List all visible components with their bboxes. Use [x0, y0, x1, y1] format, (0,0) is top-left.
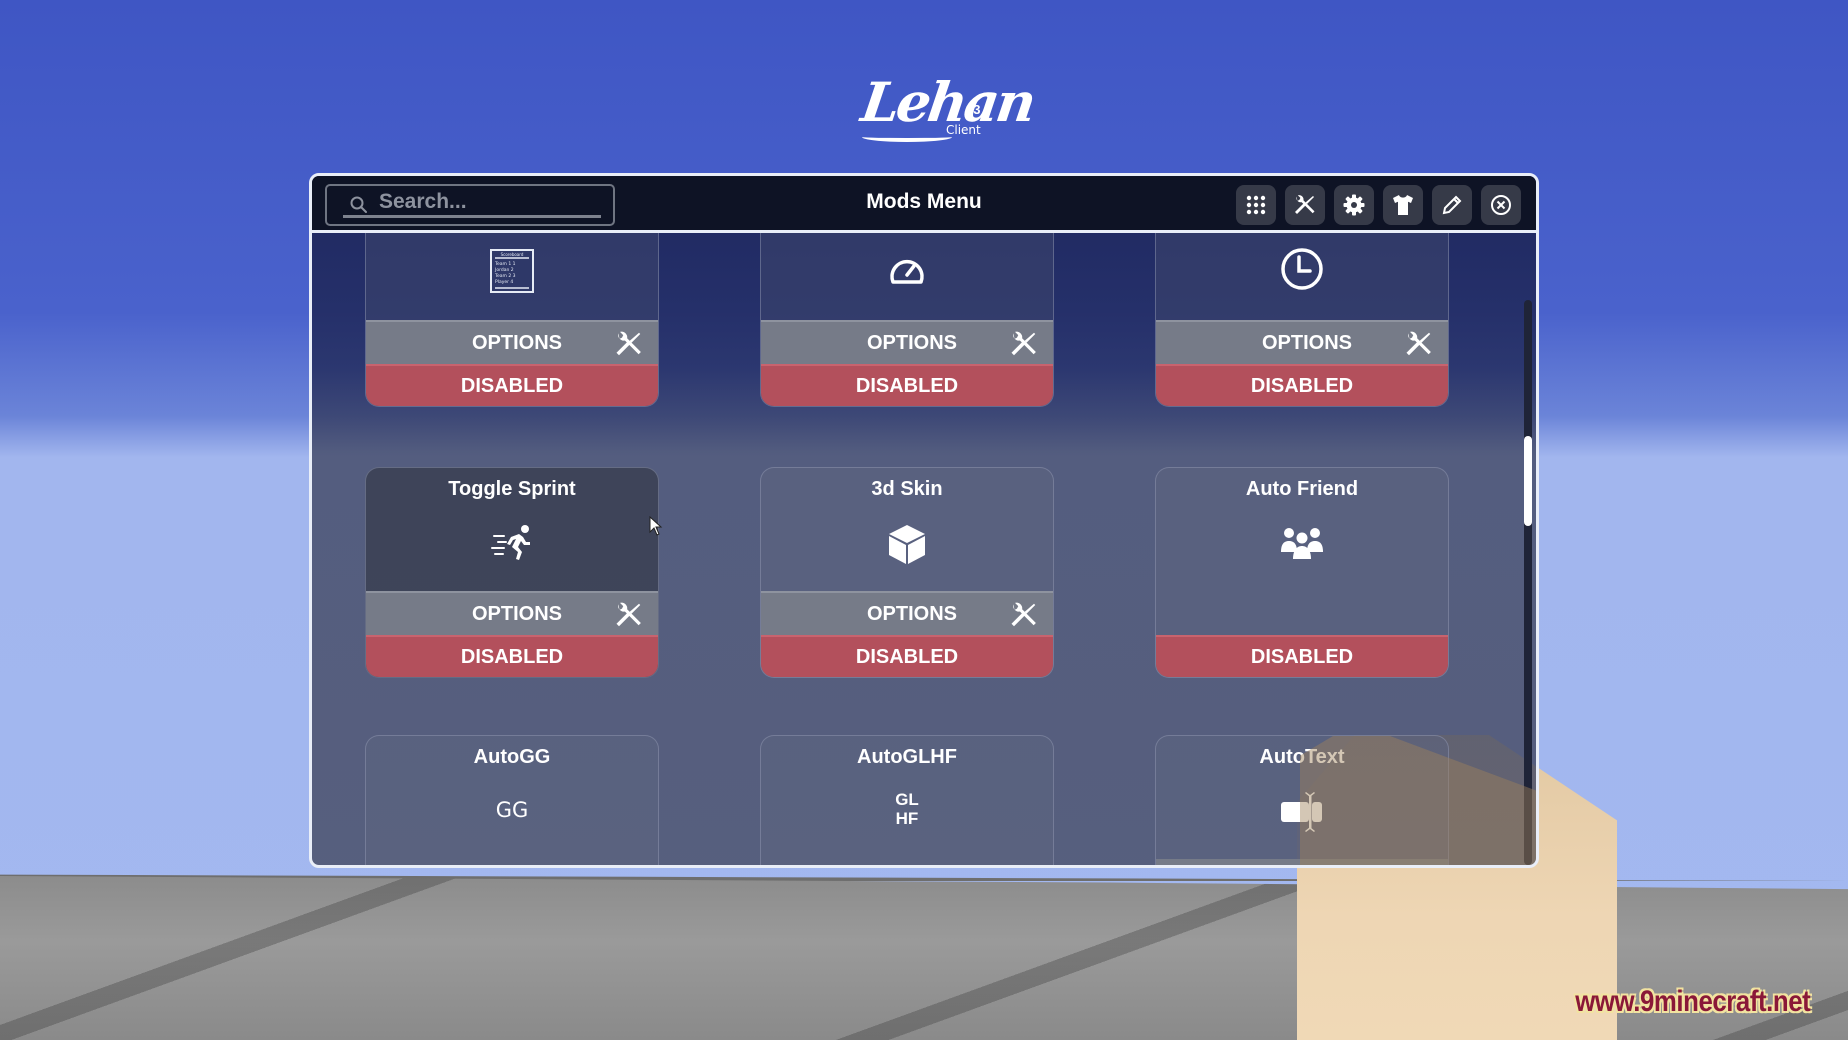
status-toggle-button[interactable]: DISABLED [366, 364, 658, 406]
scrollbar-track[interactable] [1524, 300, 1532, 865]
text-gg-icon: GG [495, 798, 529, 822]
mod-card-toggle-sprint[interactable]: Toggle Sprint OPTIONS DISABLED [365, 467, 659, 678]
mod-card-autotext[interactable]: AutoText [1155, 735, 1449, 865]
mod-card-autoglhf[interactable]: AutoGLHF GL HF [760, 735, 1054, 865]
mods-grid-button[interactable] [1236, 185, 1276, 225]
options-button[interactable]: OPTIONS [761, 591, 1053, 635]
close-circle-icon [1491, 195, 1511, 215]
mods-menu-panel: Mods Menu [309, 173, 1539, 868]
toolbar [1236, 185, 1521, 225]
tshirt-icon [1393, 195, 1413, 215]
status-toggle-button[interactable]: DISABLED [761, 364, 1053, 406]
options-button[interactable]: OPTIONS [366, 320, 658, 364]
mod-name: AutoGLHF [857, 746, 957, 768]
wrench-screwdriver-icon [1011, 602, 1036, 627]
mod-name: Toggle Sprint [448, 478, 576, 500]
mod-card-scoreboard[interactable]: Scoreboard Team 1 1 Jordan 2 Team 2 3 Pl… [365, 233, 659, 407]
edit-hud-button[interactable] [1432, 185, 1472, 225]
wrench-screwdriver-icon [1011, 331, 1036, 356]
text-glhf-icon: GL HF [761, 790, 1053, 828]
mod-card-auto-friend[interactable]: Auto Friend DISABLED [1155, 467, 1449, 678]
status-toggle-button[interactable]: DISABLED [366, 635, 658, 677]
running-person-icon [366, 524, 658, 565]
wrench-screwdriver-icon [1406, 331, 1431, 356]
users-group-icon [1156, 526, 1448, 565]
options-button-edge [1156, 859, 1448, 865]
wrench-screwdriver-icon [616, 602, 641, 627]
mod-card-autogg[interactable]: AutoGG GG [365, 735, 659, 865]
scrollbar-thumb[interactable] [1524, 436, 1532, 526]
options-button[interactable]: OPTIONS [1156, 320, 1448, 364]
mod-name: Auto Friend [1245, 478, 1359, 500]
pencil-icon [1442, 195, 1462, 215]
options-button[interactable]: OPTIONS [761, 320, 1053, 364]
grid-icon [1246, 195, 1266, 215]
settings-button[interactable] [1334, 185, 1374, 225]
wrench-screwdriver-icon [1295, 195, 1315, 214]
scoreboard-icon: Scoreboard Team 1 1 Jordan 2 Team 2 3 Pl… [366, 249, 658, 298]
status-toggle-button[interactable]: DISABLED [761, 635, 1053, 677]
wrench-screwdriver-icon [616, 331, 641, 356]
cosmetics-button[interactable] [1383, 185, 1423, 225]
glhf-line-1: GL [895, 790, 919, 809]
cube-icon [761, 520, 1053, 571]
logo-number: 23 [966, 102, 981, 117]
status-toggle-button[interactable]: DISABLED [1156, 364, 1448, 406]
mod-name: 3d Skin [871, 478, 943, 500]
client-logo: Lehan 23 Client [858, 62, 1037, 152]
scoreboard-preview-line: Team 2 3 [494, 273, 516, 279]
watermark: www.9minecraft.net [1574, 985, 1810, 1018]
clock-icon [1156, 246, 1448, 297]
gear-icon [1343, 194, 1365, 216]
search-underline [343, 215, 601, 218]
close-button[interactable] [1481, 185, 1521, 225]
scoreboard-preview-line: Jordan 2 [494, 267, 514, 273]
text-cursor-box-icon [1156, 790, 1448, 839]
logo-swoosh [862, 132, 952, 142]
speedometer-icon [761, 253, 1053, 292]
scoreboard-preview-title: Scoreboard [501, 252, 524, 257]
status-toggle-button[interactable]: DISABLED [1156, 635, 1448, 677]
scoreboard-preview-line: Team 1 1 [494, 261, 516, 267]
mod-card-speedometer[interactable]: OPTIONS DISABLED [760, 233, 1054, 407]
mod-name: AutoText [1259, 746, 1345, 768]
mouse-cursor-icon [649, 516, 663, 536]
mods-grid: Scoreboard Team 1 1 Jordan 2 Team 2 3 Pl… [312, 233, 1536, 865]
mod-card-clock[interactable]: OPTIONS DISABLED [1155, 233, 1449, 407]
mod-card-3d-skin[interactable]: 3d Skin OPTIONS DISABLED [760, 467, 1054, 678]
options-button[interactable]: OPTIONS [366, 591, 658, 635]
scoreboard-preview-line: Player 4 [495, 279, 513, 285]
panel-header: Mods Menu [312, 176, 1536, 233]
mod-name: AutoGG [473, 746, 551, 768]
tools-button[interactable] [1285, 185, 1325, 225]
glhf-line-2: HF [895, 809, 919, 828]
